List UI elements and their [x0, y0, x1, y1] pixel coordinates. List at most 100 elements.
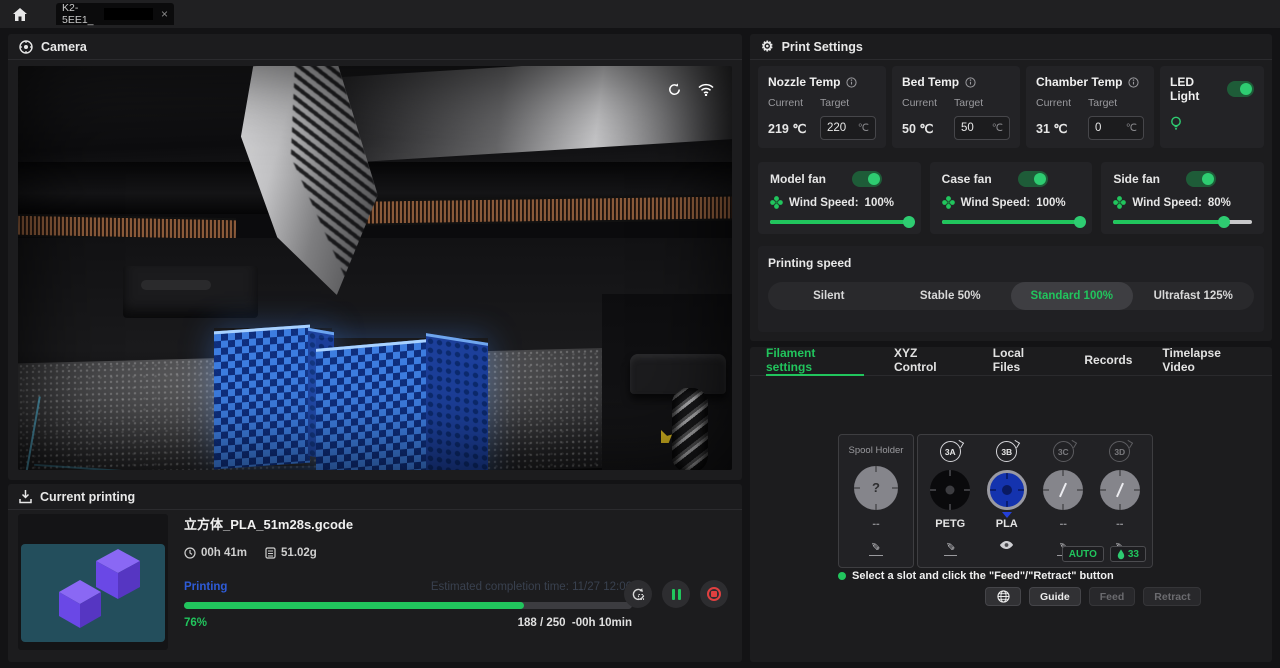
info-icon[interactable] — [965, 77, 976, 88]
nozzle-target-input[interactable] — [827, 122, 857, 134]
filament-weight-icon — [265, 547, 276, 559]
info-icon[interactable] — [846, 77, 857, 88]
slot-3d-badge: 3D — [1109, 441, 1130, 462]
print-weight: 51.02g — [265, 547, 317, 559]
tab-xyz-control[interactable]: XYZ Control — [894, 347, 963, 376]
print-thumbnail — [18, 514, 168, 650]
print-progress-fill — [184, 602, 524, 609]
case-fan-label: Case fan — [942, 172, 992, 186]
unit-label: ℃ — [1126, 123, 1137, 134]
eye-icon[interactable] — [999, 536, 1014, 554]
case-fan-slider[interactable] — [942, 220, 1081, 224]
side-fan-label: Side fan — [1113, 172, 1160, 186]
current-label: Current — [1036, 97, 1088, 109]
bed-target-input[interactable] — [961, 122, 991, 134]
retract-button[interactable]: Retract — [1143, 587, 1201, 606]
lower-right-panel: Filament settings XYZ Control Local File… — [750, 347, 1272, 662]
model-fan-slider[interactable] — [770, 220, 909, 224]
speed-option-silent[interactable]: Silent — [768, 282, 890, 310]
unknown-material-mark: ? — [872, 480, 880, 495]
side-fan-slider-knob[interactable] — [1218, 216, 1230, 228]
unit-label: ℃ — [858, 123, 869, 134]
slot-3a-spool[interactable] — [930, 470, 970, 510]
timelapse-icon — [630, 586, 646, 602]
target-label: Target — [1088, 97, 1117, 109]
chamber-temp-card: Chamber Temp CurrentTarget 31 ℃ ℃ — [1026, 66, 1154, 148]
spool-holder-material: -- — [872, 518, 879, 530]
refresh-icon[interactable] — [667, 82, 682, 97]
print-file-name: 立方体_PLA_51m28s.gcode — [184, 514, 728, 533]
print-settings-header: Print Settings — [750, 34, 1272, 60]
language-globe-button[interactable] — [985, 587, 1021, 606]
chamber-target-input-box: ℃ — [1088, 116, 1144, 140]
tab-local-files[interactable]: Local Files — [993, 347, 1055, 376]
edit-pencil-icon[interactable] — [944, 536, 957, 556]
slot-3d-spool[interactable] — [1100, 470, 1140, 510]
stop-icon — [707, 587, 721, 601]
model-fan-value: 100% — [865, 197, 894, 209]
device-tab-title: K2-5EE1_ — [62, 2, 102, 26]
bed-temp-card: Bed Temp CurrentTarget 50 ℃ ℃ — [892, 66, 1020, 148]
tab-bar: Filament settings XYZ Control Local File… — [750, 347, 1272, 376]
print-settings-panel: Print Settings Nozzle Temp CurrentTarget… — [750, 34, 1272, 341]
side-fan-card: Side fan Wind Speed: 80% — [1101, 162, 1264, 234]
led-bulb-icon — [1170, 116, 1182, 131]
humidity-badge: 33 — [1110, 546, 1146, 562]
print-settings-title: Print Settings — [782, 40, 863, 54]
speed-option-standard[interactable]: Standard 100% — [1011, 282, 1133, 310]
print-progress-bar — [184, 602, 632, 609]
timelapse-button[interactable] — [624, 580, 652, 608]
bed-target-input-box: ℃ — [954, 116, 1010, 140]
home-icon[interactable] — [0, 8, 40, 21]
slot-3c-spool[interactable] — [1043, 470, 1083, 510]
nozzle-target-input-box: ℃ — [820, 116, 876, 140]
model-fan-slider-knob[interactable] — [903, 216, 915, 228]
model-fan-toggle[interactable] — [852, 171, 882, 187]
clock-icon — [184, 547, 196, 559]
led-light-toggle[interactable] — [1227, 81, 1254, 97]
stop-button[interactable] — [700, 580, 728, 608]
slot-instruction-text: Select a slot and click the "Feed"/"Retr… — [852, 570, 1114, 582]
fan-icon — [770, 196, 783, 209]
device-tab[interactable]: K2-5EE1_ × — [56, 3, 174, 25]
tab-close-icon[interactable]: × — [161, 7, 168, 21]
layers-remaining: 188 / 250 -00h 10min — [518, 617, 632, 629]
bed-current-temp: 50 ℃ — [902, 121, 954, 136]
slot-3a-badge: 3A — [940, 441, 961, 462]
bed-bracket — [630, 354, 726, 394]
guide-button[interactable]: Guide — [1029, 587, 1081, 606]
speed-option-ultrafast[interactable]: Ultrafast 125% — [1133, 282, 1255, 310]
feed-button[interactable]: Feed — [1089, 587, 1136, 606]
info-icon[interactable] — [1128, 77, 1139, 88]
current-printing-title: Current printing — [40, 490, 135, 504]
spool-holder-circle[interactable]: ? — [854, 466, 898, 510]
camera-live-view — [18, 66, 732, 470]
tab-records[interactable]: Records — [1084, 347, 1132, 376]
slot-3b-spool[interactable] — [987, 470, 1027, 510]
case-fan-toggle[interactable] — [1018, 171, 1048, 187]
case-fan-slider-knob[interactable] — [1074, 216, 1086, 228]
printed-cube-right — [316, 338, 488, 470]
current-printing-panel: Current printing 立方体_PLA_51m28s.gcode 00… — [8, 484, 742, 662]
chamber-target-input[interactable] — [1095, 122, 1125, 134]
tab-timelapse-video[interactable]: Timelapse Video — [1162, 347, 1256, 376]
camera-panel-title: Camera — [41, 40, 87, 54]
estimated-completion: Estimated completion time: 11/27 12:06 — [431, 581, 632, 593]
slot-instruction: Select a slot and click the "Feed"/"Retr… — [838, 570, 1114, 582]
pause-icon — [672, 589, 681, 600]
tab-filament-settings[interactable]: Filament settings — [766, 347, 864, 376]
camera-panel-header: Camera — [8, 34, 742, 60]
bed-spring — [672, 388, 708, 470]
bed-temp-label: Bed Temp — [902, 75, 959, 89]
slot-3b-badge: 3B — [996, 441, 1017, 462]
speed-option-stable[interactable]: Stable 50% — [890, 282, 1012, 310]
pause-button[interactable] — [662, 580, 690, 608]
printer-download-icon — [19, 490, 32, 504]
printed-cube-left — [214, 328, 332, 466]
side-fan-slider[interactable] — [1113, 220, 1252, 224]
wind-speed-label: Wind Speed: — [961, 197, 1031, 209]
printing-speed-label: Printing speed — [768, 256, 1254, 270]
edit-pencil-icon[interactable] — [869, 536, 882, 556]
chamber-temp-label: Chamber Temp — [1036, 75, 1122, 89]
side-fan-toggle[interactable] — [1186, 171, 1216, 187]
